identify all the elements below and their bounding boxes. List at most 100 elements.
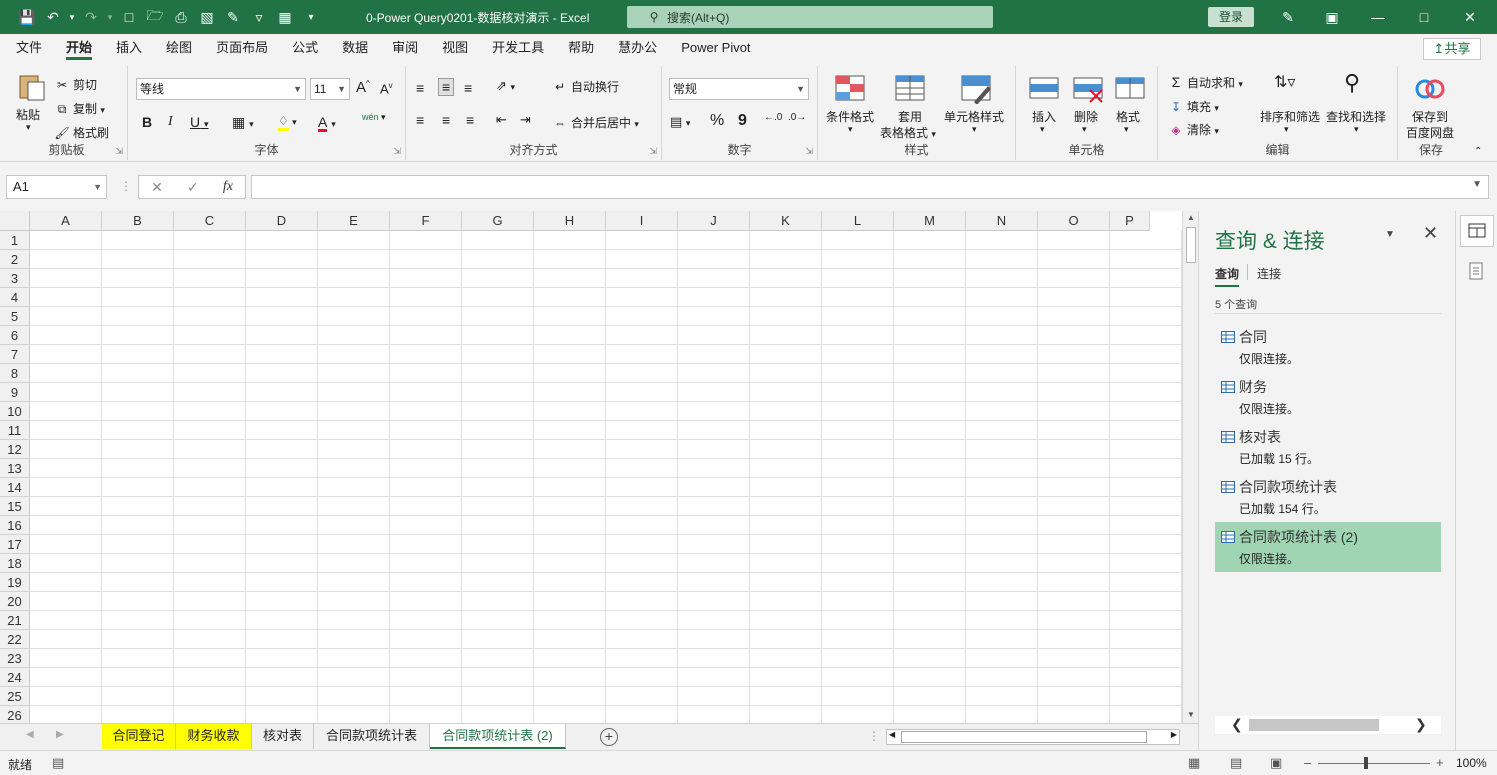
pane-options-icon[interactable]: ▼ bbox=[1385, 229, 1395, 240]
ribbon-display-icon[interactable]: ▣ bbox=[1310, 0, 1354, 34]
row-header[interactable]: 9 bbox=[0, 383, 30, 402]
align-left-icon[interactable]: ≡ bbox=[416, 112, 424, 128]
row-header[interactable]: 8 bbox=[0, 364, 30, 383]
macro-record-icon[interactable]: ▤ bbox=[52, 755, 64, 771]
queries-pane-toggle[interactable] bbox=[1460, 215, 1494, 247]
column-header[interactable]: F bbox=[390, 211, 462, 231]
tab-connections[interactable]: 连接 bbox=[1257, 265, 1281, 282]
select-all-corner[interactable] bbox=[0, 211, 30, 231]
top-align-icon[interactable]: ≡ bbox=[416, 80, 424, 96]
scroll-left-icon[interactable]: ◀ bbox=[889, 730, 895, 739]
scroll-right-icon[interactable]: ❯ bbox=[1415, 716, 1427, 733]
row-header[interactable]: 14 bbox=[0, 478, 30, 497]
insert-cells-icon[interactable] bbox=[1028, 74, 1060, 104]
scroll-down-icon[interactable]: ▼ bbox=[1183, 708, 1198, 722]
pen-icon[interactable]: ✎ bbox=[1266, 0, 1310, 34]
row-header[interactable]: 2 bbox=[0, 250, 30, 269]
find-select-button[interactable]: 查找和选择 bbox=[1326, 108, 1386, 125]
enter-icon[interactable]: ✓ bbox=[187, 179, 199, 196]
increase-decimal-icon[interactable]: ←.0 bbox=[764, 112, 782, 123]
tab-developer[interactable]: 开发工具 bbox=[480, 34, 556, 62]
format-painter-button[interactable]: 🖌 格式刷 bbox=[54, 124, 109, 141]
pane-close-icon[interactable]: ✕ bbox=[1423, 223, 1438, 244]
tab-page-layout[interactable]: 页面布局 bbox=[204, 34, 280, 62]
prev-sheet-icon[interactable]: ◀ bbox=[26, 729, 34, 740]
row-header[interactable]: 12 bbox=[0, 440, 30, 459]
cell-styles-icon[interactable] bbox=[960, 74, 992, 104]
column-header[interactable]: H bbox=[534, 211, 606, 231]
column-header[interactable]: C bbox=[174, 211, 246, 231]
baidu-netdisk-label[interactable]: 百度网盘 bbox=[1406, 124, 1454, 141]
underline-button[interactable]: U ▾ bbox=[190, 114, 209, 130]
row-header[interactable]: 19 bbox=[0, 573, 30, 592]
clear-button[interactable]: ◈ 清除 ▾ bbox=[1168, 121, 1219, 138]
row-header[interactable]: 22 bbox=[0, 630, 30, 649]
scroll-up-icon[interactable]: ▲ bbox=[1183, 211, 1198, 225]
page-break-view-icon[interactable]: ▣ bbox=[1270, 755, 1282, 771]
print-icon[interactable]: ⎙ bbox=[168, 0, 194, 34]
query-item[interactable]: 合同款项统计表 (2) 仅限连接。 bbox=[1215, 522, 1441, 572]
horizontal-scroll-thumb[interactable] bbox=[901, 731, 1147, 743]
tab-queries[interactable]: 查询 bbox=[1215, 265, 1240, 287]
pane-horizontal-scrollbar[interactable]: ❮ ❯ bbox=[1215, 716, 1441, 734]
open-folder-icon[interactable]: 🗁 bbox=[142, 0, 168, 34]
tab-insert[interactable]: 插入 bbox=[104, 34, 154, 62]
pdf-icon[interactable]: ▧ bbox=[194, 0, 220, 34]
column-header[interactable]: A bbox=[30, 211, 102, 231]
add-sheet-icon[interactable]: + bbox=[600, 728, 618, 746]
share-button[interactable]: ↥共享 bbox=[1423, 38, 1481, 60]
delete-cells-icon[interactable] bbox=[1072, 74, 1104, 104]
query-item[interactable]: 合同 仅限连接。 bbox=[1215, 322, 1441, 372]
cut-button[interactable]: ✂ 剪切 bbox=[54, 76, 97, 93]
tab-draw[interactable]: 绘图 bbox=[154, 34, 204, 62]
font-name-combo[interactable]: 等线 ▼ bbox=[136, 78, 306, 100]
column-header[interactable]: D bbox=[246, 211, 318, 231]
alignment-launcher-icon[interactable]: ⇲ bbox=[649, 146, 657, 157]
maximize-icon[interactable]: □ bbox=[1402, 0, 1446, 34]
row-header[interactable]: 3 bbox=[0, 269, 30, 288]
column-header[interactable]: I bbox=[606, 211, 678, 231]
increase-indent-icon[interactable]: ⇥ bbox=[520, 112, 531, 128]
column-header[interactable]: E bbox=[318, 211, 390, 231]
sheet-tab[interactable]: 合同款项统计表 (2) bbox=[430, 724, 566, 749]
table-format-button[interactable]: 表格格式 ▾ bbox=[880, 124, 936, 141]
column-header[interactable]: J bbox=[678, 211, 750, 231]
column-header[interactable]: B bbox=[102, 211, 174, 231]
document-icon[interactable] bbox=[1466, 261, 1486, 281]
column-header[interactable]: O bbox=[1038, 211, 1110, 231]
comma-button[interactable]: 9 bbox=[738, 112, 747, 130]
paste-icon[interactable] bbox=[16, 72, 48, 102]
sheet-tab[interactable]: 核对表 bbox=[252, 724, 314, 749]
formula-input[interactable]: ▼ bbox=[251, 175, 1489, 199]
bold-button[interactable]: B bbox=[142, 114, 152, 130]
collapse-ribbon-icon[interactable]: ⌃ bbox=[1474, 146, 1482, 157]
font-launcher-icon[interactable]: ⇲ bbox=[393, 146, 401, 157]
customize-qat-icon[interactable]: ▾ bbox=[298, 0, 324, 34]
row-header[interactable]: 26 bbox=[0, 706, 30, 723]
scroll-left-icon[interactable]: ❮ bbox=[1231, 716, 1243, 733]
row-header[interactable]: 24 bbox=[0, 668, 30, 687]
zoom-level[interactable]: 100% bbox=[1456, 756, 1487, 770]
name-box[interactable]: A1 ▼ bbox=[6, 175, 107, 199]
zoom-in-icon[interactable]: + bbox=[1436, 755, 1444, 770]
tab-power-pivot[interactable]: Power Pivot bbox=[669, 34, 762, 62]
next-sheet-icon[interactable]: ▶ bbox=[56, 729, 64, 740]
shrink-font-button[interactable]: Av bbox=[380, 81, 393, 96]
query-item[interactable]: 财务 仅限连接。 bbox=[1215, 372, 1441, 422]
row-header[interactable]: 11 bbox=[0, 421, 30, 440]
row-header[interactable]: 13 bbox=[0, 459, 30, 478]
tab-view[interactable]: 视图 bbox=[430, 34, 480, 62]
align-center-icon[interactable]: ≡ bbox=[442, 112, 450, 128]
delete-button[interactable]: 删除 bbox=[1074, 108, 1098, 125]
autosum-button[interactable]: Σ 自动求和 ▾ bbox=[1168, 74, 1243, 91]
tab-data[interactable]: 数据 bbox=[330, 34, 380, 62]
orientation-icon[interactable]: ⇗ ▾ bbox=[496, 78, 515, 94]
number-launcher-icon[interactable]: ⇲ bbox=[805, 146, 813, 157]
save-icon[interactable]: 💾 bbox=[14, 0, 40, 34]
row-header[interactable]: 4 bbox=[0, 288, 30, 307]
format-button[interactable]: 格式 bbox=[1116, 108, 1140, 125]
format-cells-icon[interactable] bbox=[1114, 74, 1146, 104]
row-header[interactable]: 21 bbox=[0, 611, 30, 630]
vertical-scroll-thumb[interactable] bbox=[1186, 227, 1196, 263]
phonetic-button[interactable]: wén ▾ bbox=[362, 112, 386, 123]
